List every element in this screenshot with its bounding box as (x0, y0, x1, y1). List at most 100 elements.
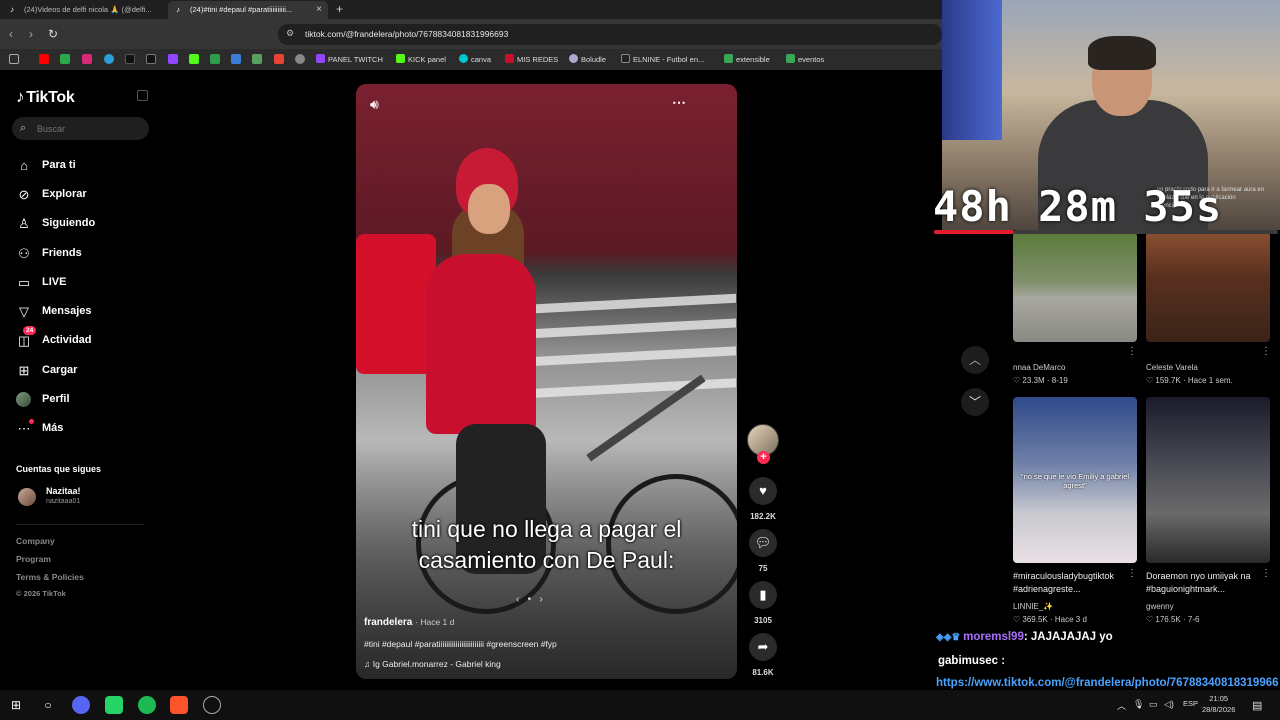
search-circle-icon[interactable]: ○ (39, 696, 57, 714)
tab-label: (24)Videos de delfi nicola 🙏 (@delfi... (24, 5, 152, 14)
nav-siguiendo[interactable]: ♙ Siguiendo (16, 214, 156, 236)
drive-icon[interactable] (210, 54, 220, 64)
bookmark-eventos[interactable]: eventos (786, 54, 824, 64)
previous-video-button[interactable]: ︿ (961, 346, 989, 374)
close-tab-icon[interactable]: × (316, 4, 322, 15)
globe-icon[interactable] (295, 54, 305, 64)
bookmark-icon (569, 54, 578, 63)
tiktok-bookmark-icon[interactable] (125, 54, 135, 64)
x-icon[interactable] (146, 54, 156, 64)
thumbnail-title[interactable]: Doraemon nyo umiiyak na #baguionightmark… (1146, 570, 1268, 596)
video-author[interactable]: frandelera · Hace 1 d (364, 617, 454, 628)
nav-explorar[interactable]: ⊘ Explorar (16, 185, 156, 207)
brave-icon[interactable] (170, 696, 188, 714)
spotify-icon[interactable] (138, 696, 156, 714)
bookmark-icon[interactable] (231, 54, 241, 64)
search-box[interactable]: ⌕ (12, 117, 149, 140)
live-icon: ▭ (17, 275, 31, 290)
site-info-icon[interactable]: ⚙ (286, 28, 294, 39)
bookmark-boludle[interactable]: Boludle (569, 54, 606, 64)
more-options-icon[interactable]: ⋮ (1261, 568, 1271, 579)
volume-icon[interactable]: ◁) (1164, 699, 1174, 710)
browser-tab[interactable]: ♪ (24)Videos de delfi nicola 🙏 (@delfi..… (2, 1, 167, 19)
bookmark-mis-redes[interactable]: MIS REDES (505, 54, 558, 64)
nav-mas[interactable]: ⋯ Más (16, 419, 156, 441)
avatar[interactable] (18, 488, 36, 506)
next-video-button[interactable]: ﹀ (961, 388, 989, 416)
bookmark-kick-panel[interactable]: KICK panel (396, 54, 446, 64)
youtube-icon[interactable] (39, 54, 49, 64)
video-thumbnail[interactable] (1013, 232, 1137, 342)
language-indicator[interactable]: ESP (1183, 699, 1198, 708)
bookmark-canva[interactable]: canva (459, 54, 491, 64)
save-button[interactable]: ▮ (749, 581, 777, 609)
footer-program-link[interactable]: Program (16, 554, 51, 564)
bookmark-elnine[interactable]: ELNINE - Futbol en... (621, 54, 704, 64)
follow-plus-icon[interactable]: + (757, 451, 770, 464)
video-music[interactable]: ♫ Ig Gabriel.monarrez - Gabriel king (364, 659, 501, 669)
thumbnail-author[interactable]: Celeste Varela (1146, 363, 1198, 372)
following-name[interactable]: Nazitaa! (46, 486, 81, 496)
kick-icon[interactable] (189, 54, 199, 64)
bookmark-icon[interactable] (252, 54, 262, 64)
url-text: tiktok.com/@frandelera/photo/76788340818… (305, 29, 509, 39)
more-options-icon[interactable]: ⋮ (1261, 346, 1271, 357)
url-field[interactable]: ⚙ tiktok.com/@frandelera/photo/767883408… (278, 24, 942, 45)
comment-button[interactable]: 💬︎ (749, 529, 777, 557)
back-icon[interactable]: ‹ (9, 27, 13, 41)
reload-icon[interactable]: ↻ (48, 27, 58, 41)
nav-perfil[interactable]: Perfil (16, 390, 156, 412)
notifications-icon[interactable]: ▤ (1252, 699, 1262, 712)
whatsapp-icon[interactable] (105, 696, 123, 714)
bookmark-panel-twitch[interactable]: PANEL TWITCH (316, 54, 383, 64)
nav-cargar[interactable]: ⊞ Cargar (16, 361, 156, 383)
bookmark-extensible[interactable]: extensible (724, 54, 770, 64)
carousel-dots[interactable]: ‹ • › (516, 594, 543, 605)
nav-friends[interactable]: ⚇ Friends (16, 244, 156, 266)
collapse-sidebar-icon[interactable] (137, 90, 148, 101)
more-options-icon[interactable]: ⋯ (672, 94, 687, 111)
apps-grid-icon[interactable] (9, 54, 19, 64)
new-tab-button[interactable]: + (336, 2, 343, 16)
forward-icon[interactable]: › (29, 27, 33, 41)
instagram-icon[interactable] (82, 54, 92, 64)
discord-icon[interactable] (72, 696, 90, 714)
nav-mensajes[interactable]: ▽ Mensajes (16, 302, 156, 324)
obs-icon[interactable] (203, 696, 221, 714)
following-handle: nazitaaa01 (46, 498, 81, 505)
thumbnail-author[interactable]: nnaa DeMarco (1013, 363, 1065, 372)
thumbnail-author[interactable]: LINNIE_✨ (1013, 602, 1053, 611)
thumbnail-title[interactable]: #miraculousladybugtiktok #adrienagreste.… (1013, 570, 1135, 596)
search-input[interactable] (37, 121, 137, 136)
thumbnail-author[interactable]: gwenny (1146, 602, 1174, 611)
network-icon[interactable]: ▭ (1149, 699, 1158, 710)
nav-para-ti[interactable]: ⌂ Para ti (16, 156, 156, 178)
volume-icon[interactable]: 🔊︎ (370, 96, 379, 113)
footer-company-link[interactable]: Company (16, 536, 55, 546)
browser-tab-active[interactable]: ♪ (24)#tini #depaul #paratiiiiiiiiii... … (168, 1, 328, 19)
nav-actividad[interactable]: ◫ 24 Actividad (16, 326, 156, 353)
video-hashtags[interactable]: #tini #depaul #paratiiiiiiiiiiiiiiiiiiii… (364, 639, 557, 649)
gmail-icon[interactable] (274, 54, 284, 64)
windows-start-icon[interactable]: ⊞ (7, 696, 25, 714)
more-options-icon[interactable]: ⋮ (1127, 568, 1137, 579)
kick-icon (396, 54, 405, 63)
video-thumbnail[interactable] (1146, 397, 1270, 563)
system-clock[interactable]: 21:05 28/8/2026 (1202, 693, 1235, 715)
profile-avatar-icon (16, 392, 31, 407)
more-options-icon[interactable]: ⋮ (1127, 346, 1137, 357)
like-button[interactable]: ♥ (749, 477, 777, 505)
chevron-up-icon[interactable]: ︿ (1117, 699, 1126, 712)
tiktok-logo[interactable]: ♪ TikTok (16, 87, 75, 107)
share-button[interactable]: ➦ (749, 633, 777, 661)
bookmark-icon[interactable] (60, 54, 70, 64)
video-thumbnail[interactable] (1146, 232, 1270, 342)
nav-live[interactable]: ▭ LIVE (16, 273, 156, 295)
microphone-icon[interactable]: 🎙︎ (1133, 699, 1144, 710)
chat-username: gabimusec (938, 655, 999, 667)
footer-terms-link[interactable]: Terms & Policies (16, 572, 84, 582)
video-player[interactable]: 🔊︎ ⋯ tini que no llega a pagar el casami… (356, 84, 737, 679)
telegram-icon[interactable] (104, 54, 114, 64)
video-thumbnail[interactable]: "no se que le vio Emiliy a gabriel agres… (1013, 397, 1137, 563)
twitch-icon[interactable] (168, 54, 178, 64)
